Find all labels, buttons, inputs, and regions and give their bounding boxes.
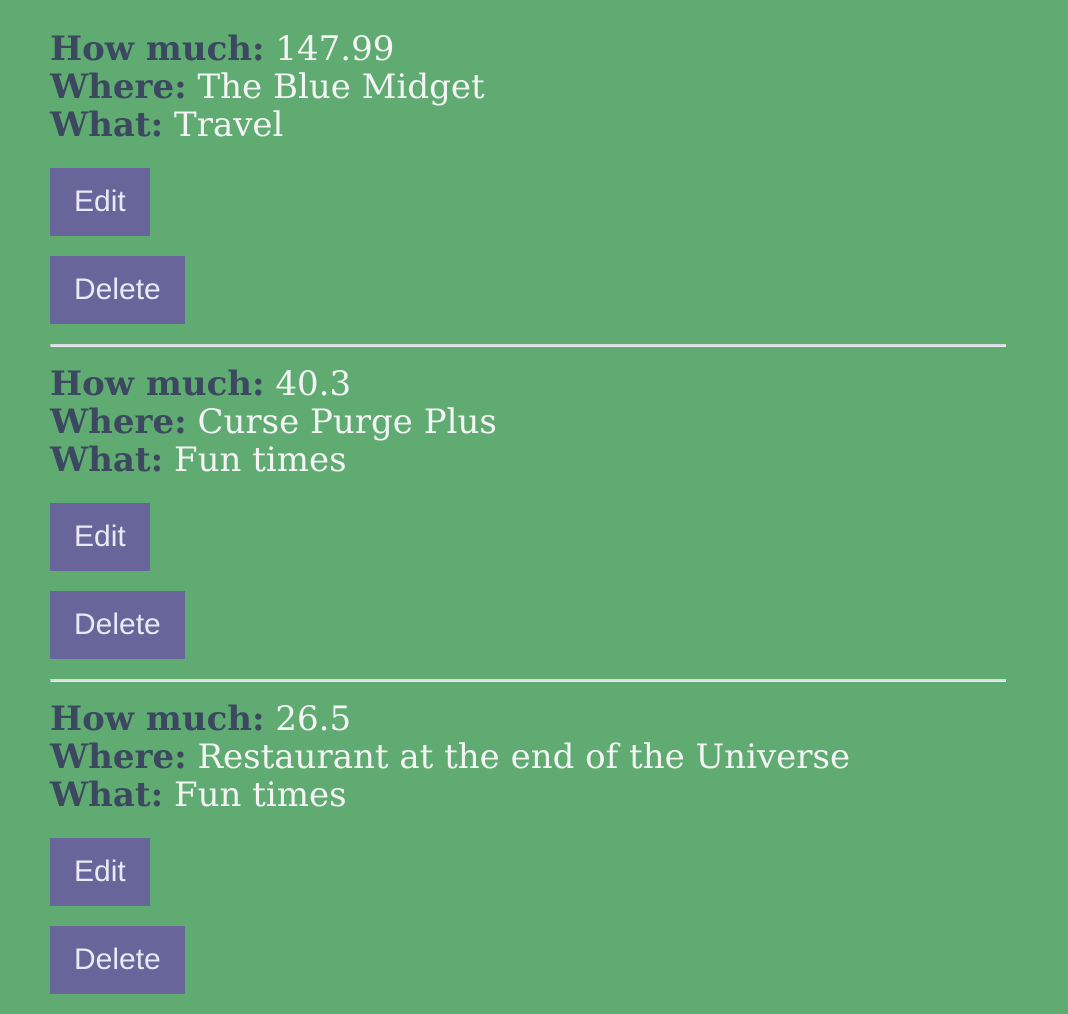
- where-label: Where:: [50, 737, 187, 777]
- expense-entry: How much: 26.5 Where: Restaurant at the …: [50, 700, 1006, 994]
- delete-button[interactable]: Delete: [50, 256, 185, 324]
- what-label: What:: [50, 775, 164, 815]
- amount-value: 147.99: [275, 29, 395, 69]
- amount-value: 26.5: [275, 699, 352, 739]
- amount-label: How much:: [50, 29, 265, 69]
- entry-actions: Edit Delete: [50, 503, 1006, 659]
- expense-entry: How much: 147.99 Where: The Blue Midget …: [50, 30, 1006, 324]
- where-label: Where:: [50, 67, 187, 107]
- what-row: What: Fun times: [50, 441, 1006, 479]
- what-value: Fun times: [174, 775, 347, 815]
- what-row: What: Fun times: [50, 776, 1006, 814]
- amount-row: How much: 147.99: [50, 30, 1006, 68]
- amount-row: How much: 26.5: [50, 700, 1006, 738]
- where-row: Where: The Blue Midget: [50, 68, 1006, 106]
- expense-details: How much: 147.99 Where: The Blue Midget …: [50, 30, 1006, 144]
- what-value: Travel: [174, 105, 284, 145]
- delete-button[interactable]: Delete: [50, 926, 185, 994]
- where-value: Curse Purge Plus: [197, 402, 497, 442]
- entry-actions: Edit Delete: [50, 168, 1006, 324]
- where-value: Restaurant at the end of the Universe: [197, 737, 851, 777]
- expense-details: How much: 40.3 Where: Curse Purge Plus W…: [50, 365, 1006, 479]
- entry-divider: [50, 344, 1006, 347]
- what-row: What: Travel: [50, 106, 1006, 144]
- amount-label: How much:: [50, 699, 265, 739]
- expense-list: How much: 147.99 Where: The Blue Midget …: [50, 30, 1006, 1014]
- expense-entry: How much: 40.3 Where: Curse Purge Plus W…: [50, 365, 1006, 659]
- where-label: Where:: [50, 402, 187, 442]
- what-label: What:: [50, 105, 164, 145]
- edit-button[interactable]: Edit: [50, 168, 150, 236]
- amount-value: 40.3: [275, 364, 352, 404]
- edit-button[interactable]: Edit: [50, 503, 150, 571]
- where-value: The Blue Midget: [197, 67, 485, 107]
- edit-button[interactable]: Edit: [50, 838, 150, 906]
- what-value: Fun times: [174, 440, 347, 480]
- amount-row: How much: 40.3: [50, 365, 1006, 403]
- expense-details: How much: 26.5 Where: Restaurant at the …: [50, 700, 1006, 814]
- delete-button[interactable]: Delete: [50, 591, 185, 659]
- amount-label: How much:: [50, 364, 265, 404]
- where-row: Where: Restaurant at the end of the Univ…: [50, 738, 1006, 776]
- where-row: Where: Curse Purge Plus: [50, 403, 1006, 441]
- entry-actions: Edit Delete: [50, 838, 1006, 994]
- what-label: What:: [50, 440, 164, 480]
- entry-divider: [50, 679, 1006, 682]
